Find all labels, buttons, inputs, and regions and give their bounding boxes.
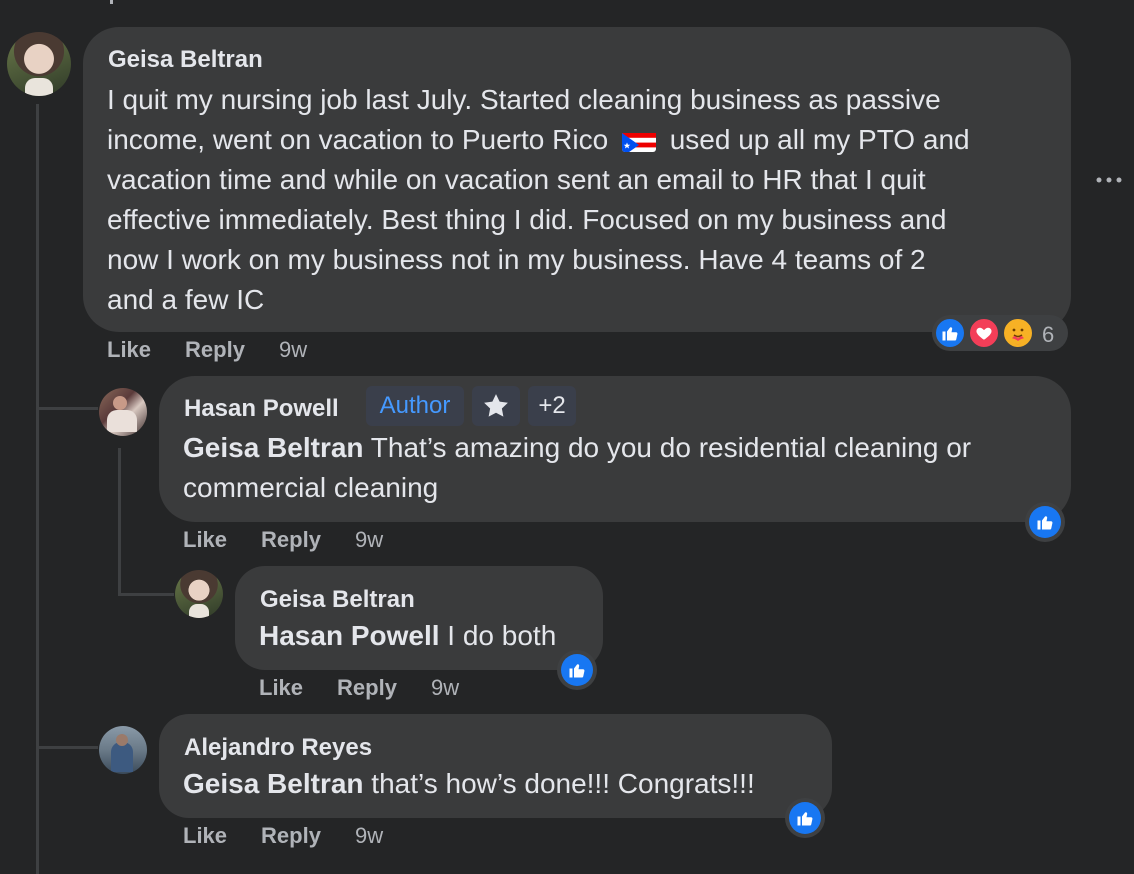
comment-text: Hasan Powell I do both — [259, 616, 556, 656]
thread-line-sub — [118, 448, 121, 596]
like-reaction-badge[interactable] — [1025, 502, 1065, 542]
comment-actions: Like Reply 9w — [183, 823, 383, 849]
reactions-summary[interactable]: 6 — [932, 315, 1068, 351]
comment-timestamp[interactable]: 9w — [355, 527, 383, 553]
like-reaction-icon — [561, 654, 593, 686]
like-button[interactable]: Like — [183, 823, 227, 849]
star-icon — [484, 394, 508, 417]
comment-line: effective immediately. Best thing I did.… — [107, 204, 947, 235]
avatar[interactable] — [99, 726, 147, 774]
thread-branch-1 — [36, 407, 98, 410]
comment-timestamp[interactable]: 9w — [279, 337, 307, 363]
author-badge-label: Author — [379, 392, 451, 419]
love-reaction-icon — [968, 317, 1000, 349]
care-reaction-icon — [1002, 317, 1034, 349]
comment-line: and a few IC — [107, 284, 265, 315]
mention-link[interactable]: Geisa Beltran — [183, 768, 364, 799]
comment-author[interactable]: Hasan Powell — [184, 395, 339, 423]
comment-author[interactable]: Geisa Beltran — [260, 586, 415, 614]
comment-line-part: That’s amazing do you do residential cle… — [363, 432, 972, 463]
comment-line-part: used up all my PTO and — [669, 124, 970, 155]
comment-line: income, went on vacation to Puerto Rico … — [107, 120, 970, 160]
reaction-count: 6 — [1042, 322, 1055, 347]
thread-branch-3 — [36, 746, 98, 749]
comment-actions: Like Reply 9w — [107, 337, 307, 363]
comment-line: I quit my nursing job last July. Started… — [107, 84, 941, 115]
comment-author[interactable]: Alejandro Reyes — [184, 734, 372, 762]
like-button[interactable]: Like — [183, 527, 227, 553]
like-reaction-icon — [1029, 506, 1061, 538]
reply-button[interactable]: Reply — [185, 337, 245, 363]
comment-line: vacation time and while on vacation sent… — [107, 164, 926, 195]
avatar[interactable] — [175, 570, 223, 618]
comment-actions: Like Reply 9w — [183, 527, 383, 553]
puerto-rico-flag-icon — [621, 128, 656, 152]
author-badge: Author — [366, 386, 464, 426]
thread-branch-2 — [118, 593, 174, 596]
more-badges[interactable]: +2 — [528, 386, 576, 426]
comment-line: commercial cleaning — [183, 472, 439, 503]
avatar[interactable] — [7, 32, 71, 96]
comment-text: I quit my nursing job last July. Started… — [107, 80, 970, 320]
like-reaction-badge[interactable] — [557, 650, 597, 690]
comment-line-part: I do both — [439, 620, 557, 651]
mention-link[interactable]: Hasan Powell — [259, 620, 440, 651]
comment-timestamp[interactable]: 9w — [431, 675, 459, 701]
comment-author[interactable]: Geisa Beltran — [108, 46, 263, 74]
reply-button[interactable]: Reply — [337, 675, 397, 701]
like-button[interactable]: Like — [259, 675, 303, 701]
reply-button[interactable]: Reply — [261, 527, 321, 553]
comment-timestamp[interactable]: 9w — [355, 823, 383, 849]
comment-text: Geisa Beltran that’s how’s done!!! Congr… — [183, 764, 755, 804]
like-reaction-icon — [789, 802, 821, 834]
comment-actions: Like Reply 9w — [259, 675, 459, 701]
mention-link[interactable]: Geisa Beltran — [183, 432, 364, 463]
like-button[interactable]: Like — [107, 337, 151, 363]
comment-line-part: that’s how’s done!!! Congrats!!! — [363, 768, 755, 799]
avatar[interactable] — [99, 388, 147, 436]
more-options-icon[interactable] — [1092, 168, 1126, 192]
more-badges-label: +2 — [538, 392, 566, 419]
previous-content-fragment — [110, 0, 118, 4]
thread-line-main — [36, 104, 39, 874]
comment-line: now I work on my business not in my busi… — [107, 244, 926, 275]
comment-line-part: income, went on vacation to Puerto Rico — [107, 124, 609, 155]
like-reaction-badge[interactable] — [785, 798, 825, 838]
comment-line: Geisa Beltran That’s amazing do you do r… — [183, 428, 971, 468]
star-badge — [472, 386, 520, 426]
comment-text: Geisa Beltran That’s amazing do you do r… — [183, 428, 971, 508]
like-reaction-icon — [934, 317, 966, 349]
reply-button[interactable]: Reply — [261, 823, 321, 849]
